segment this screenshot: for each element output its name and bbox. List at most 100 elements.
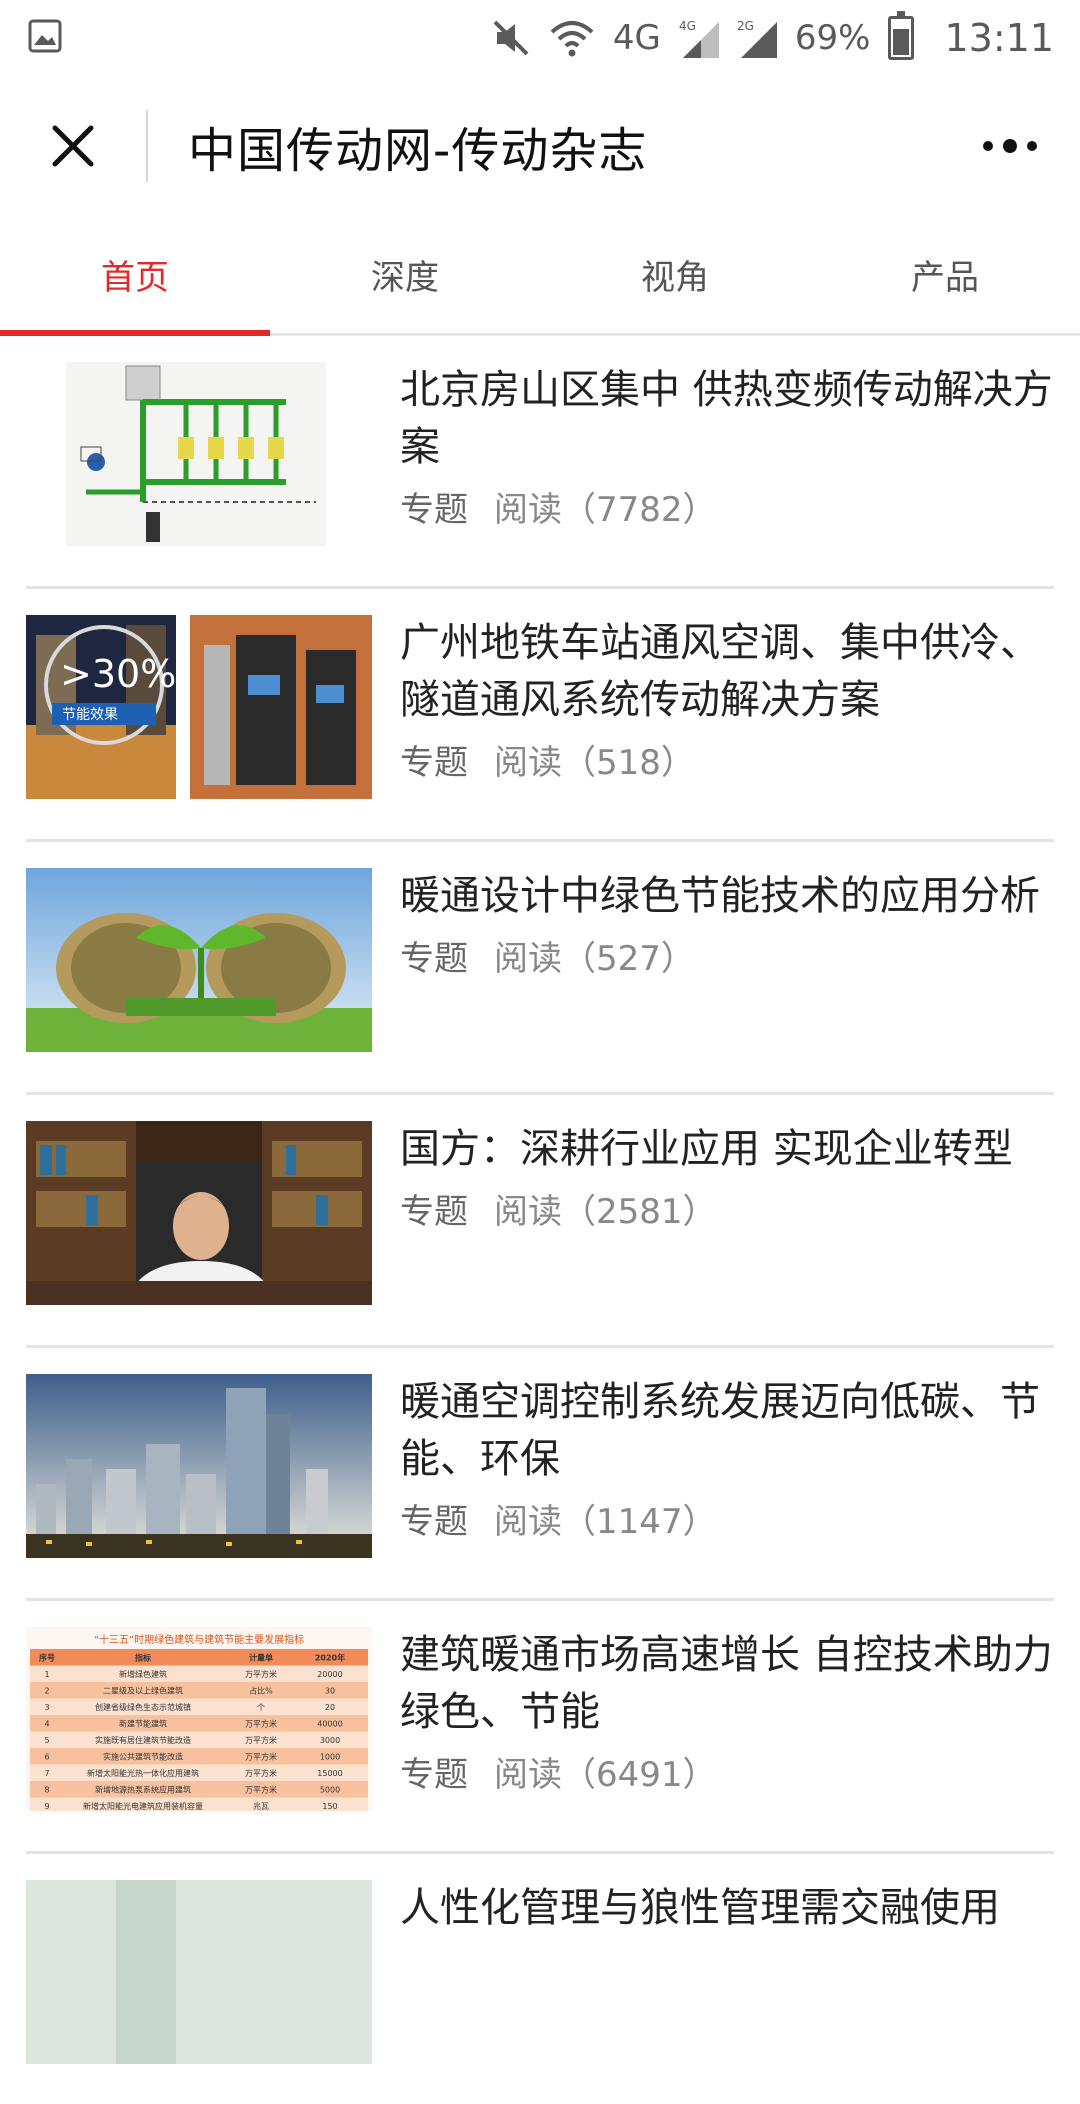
table-cell-bg [30,1731,368,1748]
table-cell-bg [30,1682,368,1699]
article-title[interactable]: 暖通设计中绿色节能技术的应用分析 [400,868,1054,925]
battery-fill [893,28,910,55]
page-title: 中国传动网-传动杂志 [188,123,648,179]
article-title[interactable]: 暖通空调控制系统发展迈向低碳、节能、环保 [400,1374,1054,1488]
article-thumbnail: “十三五”时期绿色建筑与建筑节能主要发展指标 序号 指标 计量单 2020年 1 新增绿色… [26,1627,372,1811]
table-cell: 7 [44,1769,49,1778]
article-thumbnail [26,1121,372,1305]
cellular-2g-label: 2G [737,19,754,33]
table-cell: 实施既有居住建筑节能改造 [95,1735,191,1745]
office-portrait-image [26,1121,372,1305]
tab-perspective[interactable]: 视角 [540,216,810,333]
status-bar: 4G 4G 2G 69% 13:11 [0,0,1080,76]
read-count: 阅读（1147） [494,1502,717,1542]
table-cell: 8 [44,1786,49,1795]
tab-home[interactable]: 首页 [0,216,270,336]
table-cell: 新增太阳能光电建筑应用装机容量 [83,1801,203,1811]
list-item[interactable]: 暖通设计中绿色节能技术的应用分析 专题 阅读（527） [26,842,1054,1095]
read-count: 阅读（7782） [494,490,717,530]
cellular-signal-4g-icon: 4G [679,19,719,58]
title-divider [146,110,148,182]
article-list: 北京房山区集中 供热变频传动解决方案 专题阅读（7782） >30% 节能效果 [0,336,1080,2104]
table-cell: 5000 [320,1786,340,1795]
table-header-cell: 序号 [39,1653,55,1663]
list-item[interactable]: 人性化管理与狼性管理需交融使用 [26,1854,1054,2104]
table-cell: 3 [44,1703,49,1712]
article-thumbnail [26,868,372,1052]
table-cell: 万平方米 [245,1785,277,1795]
list-item[interactable]: 暖通空调控制系统发展迈向低碳、节能、环保 专题 阅读（1147） [26,1348,1054,1601]
drive-photo-image: >30% 节能效果 [26,615,372,799]
table-cell: 1 [44,1670,49,1679]
article-thumbnail: >30% 节能效果 [26,615,372,799]
list-item[interactable]: >30% 节能效果 广州地铁车站通风空调、集中供冷、隧道通风系统传动解决方案 专… [26,589,1054,842]
read-count: 阅读（518） [494,743,695,783]
article-thumbnail [26,1880,372,2064]
table-cell: 新建节能建筑 [119,1719,167,1729]
close-icon [52,125,94,167]
thumb-percent-text: >30% [60,652,176,696]
read-count: 阅读（6491） [494,1755,717,1795]
list-item[interactable]: “十三五”时期绿色建筑与建筑节能主要发展指标 序号 指标 计量单 2020年 1 新增绿色… [26,1601,1054,1854]
table-cell-bg [30,1748,368,1765]
thumb-caption-text: 节能效果 [62,707,118,723]
table-image-title: “十三五”时期绿色建筑与建筑节能主要发展指标 [94,1633,304,1646]
table-cell: 创建省级绿色生态示范城镇 [95,1702,191,1712]
data-table-image: “十三五”时期绿色建筑与建筑节能主要发展指标 序号 指标 计量单 2020年 1 新增绿色… [26,1627,372,1811]
gallery-notification-icon [28,19,62,53]
article-title[interactable]: 国方：深耕行业应用 实现企业转型 [400,1121,1054,1178]
city-skyline-image [26,1374,372,1558]
article-tag: 专题 [400,1502,468,1542]
mute-icon [493,20,529,56]
article-title[interactable]: 北京房山区集中 供热变频传动解决方案 [400,362,1054,476]
more-dots-icon [983,139,1037,153]
read-count: 阅读（2581） [494,1192,717,1232]
article-tag: 专题 [400,743,468,783]
table-header-cell: 2020年 [315,1653,345,1663]
table-cell: 6 [44,1753,49,1762]
list-item[interactable]: 北京房山区集中 供热变频传动解决方案 专题 阅读（7782） [26,336,1054,589]
article-thumbnail [26,362,372,546]
tab-products[interactable]: 产品 [810,216,1080,333]
article-tag: 专题 [400,490,468,530]
table-cell: 9 [44,1802,49,1811]
table-cell: 新增绿色建筑 [119,1669,167,1679]
close-button[interactable] [0,76,146,216]
table-cell: 2 [44,1687,49,1696]
article-tag: 专题 [400,1755,468,1795]
more-options-button[interactable] [980,76,1040,216]
table-cell-bg [30,1781,368,1798]
table-header-cell: 计量单 [249,1653,273,1663]
table-cell: 占比% [249,1686,273,1696]
article-thumbnail [26,1374,372,1558]
table-header-cell: 指标 [135,1653,151,1663]
battery-icon [888,11,915,60]
table-cell: 3000 [320,1736,340,1745]
article-tag: 专题 [400,939,468,979]
table-cell: 万平方米 [245,1768,277,1778]
title-bar: 中国传动网-传动杂志 [0,76,1080,216]
table-cell: 150 [322,1802,337,1811]
table-cell: 万平方米 [245,1735,277,1745]
table-cell: 实施公共建筑节能改造 [103,1752,183,1762]
article-title[interactable]: 建筑暖通市场高速增长 自控技术助力绿色、节能 [400,1627,1054,1741]
table-cell: 5 [44,1736,49,1745]
network-type-label: 4G [612,18,661,58]
table-cell: 40000 [317,1720,342,1729]
green-sprout-image [26,868,372,1052]
table-cell: 30 [325,1687,335,1696]
table-cell: 新增太阳能光热一体化应用建筑 [87,1768,199,1778]
article-title[interactable]: 广州地铁车站通风空调、集中供冷、隧道通风系统传动解决方案 [400,615,1054,729]
table-cell: 万平方米 [245,1719,277,1729]
table-cell: 20 [325,1703,335,1712]
wifi-icon [550,21,594,57]
cellular-4g-label: 4G [679,19,696,33]
read-count: 阅读（527） [494,939,695,979]
tab-depth[interactable]: 深度 [270,216,540,333]
table-cell: 15000 [317,1769,342,1778]
list-item[interactable]: 国方：深耕行业应用 实现企业转型 专题 阅读（2581） [26,1095,1054,1348]
partial-image [26,1880,372,2064]
article-title[interactable]: 人性化管理与狼性管理需交融使用 [400,1880,1054,1937]
article-tag: 专题 [400,1192,468,1232]
table-cell: 个 [257,1703,265,1712]
